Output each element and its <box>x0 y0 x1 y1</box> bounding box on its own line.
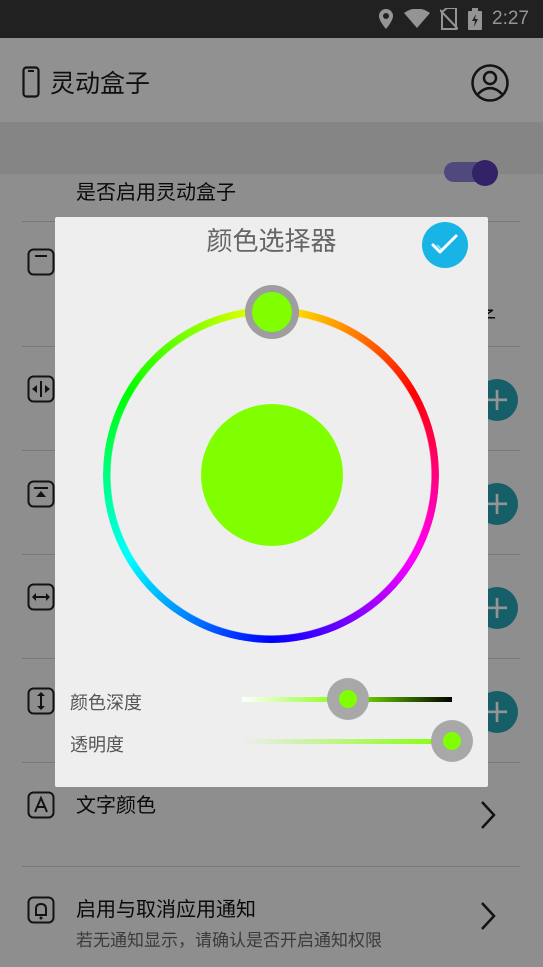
confirm-button[interactable] <box>422 222 468 268</box>
depth-handle-color <box>339 690 358 708</box>
alpha-slider-track[interactable] <box>242 739 452 744</box>
color-preview <box>201 404 343 546</box>
check-icon <box>431 234 458 254</box>
alpha-slider-handle[interactable] <box>431 720 473 762</box>
alpha-label: 透明度 <box>70 735 124 756</box>
depth-slider-handle[interactable] <box>327 678 370 720</box>
color-picker-dialog: 颜色选择器 颜色深度 透明度 <box>55 217 488 787</box>
hue-handle-color <box>252 292 292 332</box>
depth-label: 颜色深度 <box>70 693 142 714</box>
hue-handle[interactable] <box>245 285 299 339</box>
alpha-handle-color <box>443 732 461 750</box>
